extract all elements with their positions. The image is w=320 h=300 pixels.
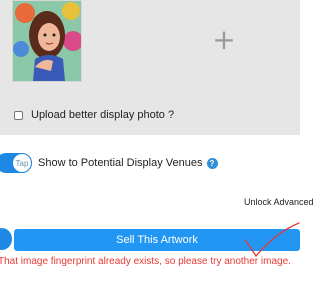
toggle-label: Tap	[15, 158, 29, 168]
artwork-thumbnail[interactable]	[12, 0, 82, 82]
upload-better-photo-row: Upload better display photo ?	[14, 108, 174, 122]
help-icon[interactable]: ?	[206, 157, 218, 169]
error-message: That image fingerprint already exists, s…	[0, 256, 291, 267]
display-venues-label: Show to Potential Display Venues	[38, 157, 203, 169]
red-checkmark-annotation	[244, 222, 300, 258]
plus-icon: +	[212, 23, 236, 56]
upload-panel: + Upload better display photo ?	[0, 0, 300, 135]
display-venues-toggle[interactable]: Tap	[0, 153, 32, 173]
artwork-image	[13, 1, 81, 81]
unlock-advanced-link[interactable]: Unlock Advanced	[244, 197, 314, 207]
add-photo-tile[interactable]: +	[170, 0, 278, 80]
toggle-knob: Tap	[12, 153, 32, 173]
upload-better-photo-checkbox[interactable]	[14, 110, 23, 120]
upload-better-photo-label: Upload better display photo ?	[31, 109, 175, 121]
check-icon	[0, 228, 12, 250]
display-venues-row: Tap Show to Potential Display Venues ?	[0, 153, 218, 173]
